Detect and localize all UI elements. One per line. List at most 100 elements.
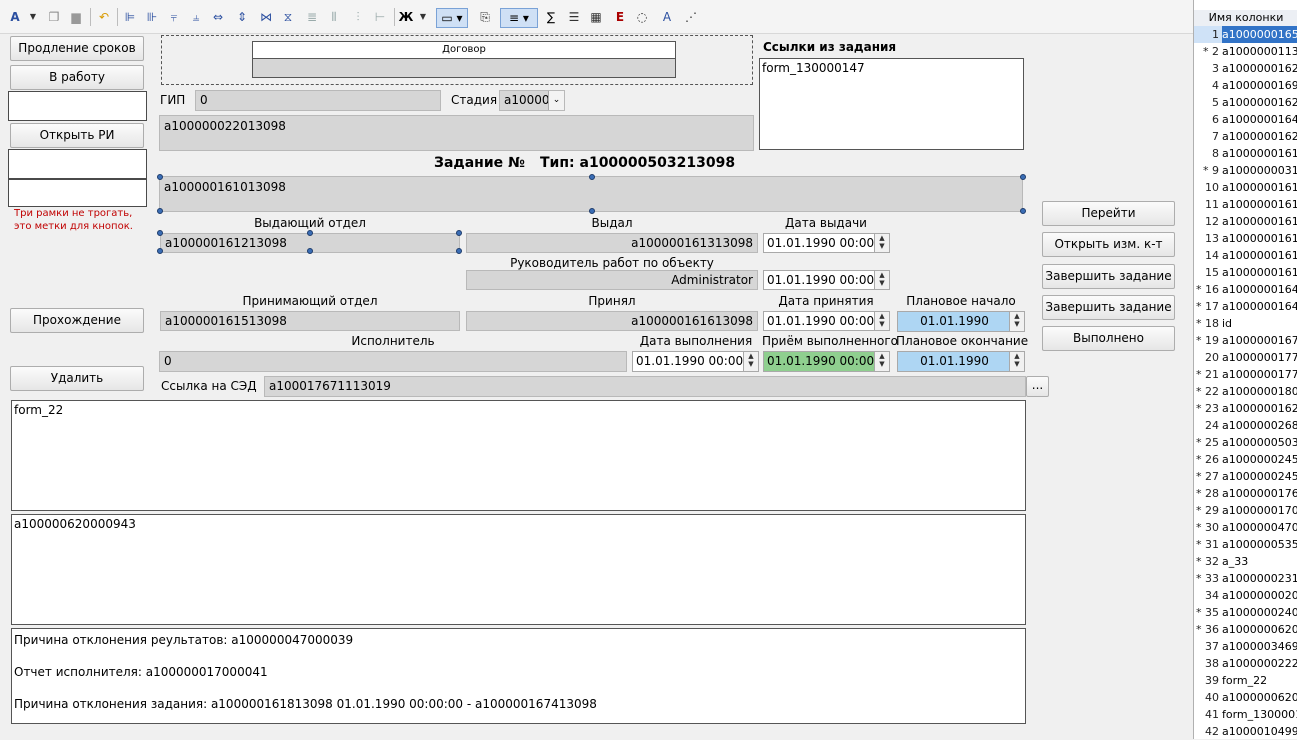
accept-date-field[interactable]: 01.01.1990 00:00 ▲ ▼ bbox=[763, 311, 890, 331]
to-work-button[interactable]: В работу bbox=[10, 65, 144, 90]
selection-handle[interactable] bbox=[307, 230, 313, 236]
object-field[interactable]: a100000022013098 bbox=[159, 115, 754, 151]
table-row[interactable]: 40a10000006200( bbox=[1194, 689, 1297, 706]
align-bottom-icon[interactable]: ⫨ bbox=[188, 8, 204, 26]
font-color-icon[interactable]: A bbox=[8, 8, 22, 26]
issued-by-field[interactable]: a100000161313098 bbox=[466, 233, 758, 253]
spinner-icon[interactable]: ▲ ▼ bbox=[874, 271, 889, 289]
spinner-icon[interactable]: ▲ ▼ bbox=[874, 352, 889, 371]
finish-task-button[interactable]: Завершить задание bbox=[1042, 264, 1175, 289]
selection-handle[interactable] bbox=[157, 230, 163, 236]
table-row[interactable]: 37a10000034690( bbox=[1194, 638, 1297, 655]
plan-end-field[interactable]: 01.01.1990 ▲ ▼ bbox=[897, 351, 1025, 372]
table-row[interactable]: 7a10000001622: bbox=[1194, 128, 1297, 145]
spinner-icon[interactable]: ▲ ▼ bbox=[1009, 352, 1024, 371]
open-change-button[interactable]: Открыть изм. к-т bbox=[1042, 232, 1175, 257]
spinner-icon[interactable]: ▲ ▼ bbox=[1009, 312, 1024, 331]
table-row[interactable]: 24a10000002680: bbox=[1194, 417, 1297, 434]
receiving-dept-field[interactable]: a100000161513098 bbox=[160, 311, 460, 331]
table-row[interactable]: * 27a10000002451: bbox=[1194, 468, 1297, 485]
memo-reasons[interactable]: Причина отклонения реультатов: a10000004… bbox=[11, 628, 1026, 724]
passage-button[interactable]: Прохождение bbox=[10, 308, 144, 333]
table-row[interactable]: 10a10000001612: bbox=[1194, 179, 1297, 196]
border-icon[interactable]: ▭ ▾ bbox=[436, 8, 468, 28]
dropdown-arrow-icon[interactable]: ▼ bbox=[418, 8, 428, 26]
table-row[interactable]: 11a10000001615: bbox=[1194, 196, 1297, 213]
links-list[interactable]: form_130000147 bbox=[759, 58, 1024, 150]
table-row[interactable]: 12a10000001610: bbox=[1194, 213, 1297, 230]
table-row[interactable]: 42a10000104991: bbox=[1194, 723, 1297, 740]
align-top-icon[interactable]: ⫧ bbox=[166, 8, 182, 26]
expression-icon[interactable]: E bbox=[612, 8, 628, 26]
done-button[interactable]: Выполнено bbox=[1042, 326, 1175, 351]
delete-button[interactable]: Удалить bbox=[10, 366, 144, 391]
spinner-icon[interactable]: ▲ ▼ bbox=[743, 352, 758, 371]
grid-icon[interactable]: ▦ bbox=[588, 8, 604, 26]
table-row[interactable]: 39 form_22 bbox=[1194, 672, 1297, 689]
table-row[interactable]: * 35a10000002409( bbox=[1194, 604, 1297, 621]
table-row[interactable]: * 23a10000001623: bbox=[1194, 400, 1297, 417]
spinner-icon[interactable]: ▲ ▼ bbox=[874, 234, 889, 252]
selection-handle[interactable] bbox=[157, 208, 163, 214]
align-right-icon[interactable]: ⊪ bbox=[144, 8, 160, 26]
table-row[interactable]: 1a10000001651: bbox=[1194, 26, 1297, 43]
table-row[interactable]: 14a10000001613: bbox=[1194, 247, 1297, 264]
contract-value[interactable] bbox=[252, 58, 676, 78]
selection-handle[interactable] bbox=[1020, 174, 1026, 180]
selection-handle[interactable] bbox=[456, 248, 462, 254]
selection-handle[interactable] bbox=[157, 174, 163, 180]
table-row[interactable]: * 21a10000001773: bbox=[1194, 366, 1297, 383]
distribute-v-icon[interactable]: ⊢ bbox=[372, 8, 388, 26]
table-row[interactable]: 34a10000000209( bbox=[1194, 587, 1297, 604]
text-align-icon[interactable]: ≡ ▾ bbox=[500, 8, 538, 28]
open-ri-button[interactable]: Открыть РИ bbox=[10, 123, 144, 148]
table-row[interactable]: * 29a10000001700( bbox=[1194, 502, 1297, 519]
comment-icon[interactable]: ◌ bbox=[634, 8, 650, 26]
acceptance-done-field[interactable]: 01.01.1990 00:00 ▲ ▼ bbox=[763, 351, 890, 372]
spinner-icon[interactable]: ▲ ▼ bbox=[874, 312, 889, 330]
copy-icon[interactable]: ❐ bbox=[46, 8, 62, 26]
selection-handle[interactable] bbox=[589, 208, 595, 214]
stage-select[interactable]: a10000: ⌄ bbox=[499, 90, 565, 111]
align-left-icon[interactable]: ⊫ bbox=[122, 8, 138, 26]
sed-link-field[interactable]: a100017671113019 bbox=[264, 376, 1026, 397]
center-h-icon[interactable]: ≣ bbox=[304, 8, 320, 26]
chevron-down-icon[interactable]: ⌄ bbox=[548, 91, 564, 110]
formula-icon[interactable]: ∑ bbox=[542, 8, 560, 26]
table-row[interactable]: * 17a10000001640: bbox=[1194, 298, 1297, 315]
v-spacing-icon[interactable]: ⧖ bbox=[280, 8, 296, 26]
table-row[interactable]: * 25a10000005032: bbox=[1194, 434, 1297, 451]
table-row[interactable]: * 9a10000000318: bbox=[1194, 162, 1297, 179]
table-row[interactable]: * 36a10000006209( bbox=[1194, 621, 1297, 638]
lines-icon[interactable]: ☰ bbox=[566, 8, 582, 26]
undo-icon[interactable]: ↶ bbox=[96, 8, 112, 26]
table-row[interactable]: * 18 id bbox=[1194, 315, 1297, 332]
memo-form-22[interactable]: form_22 bbox=[11, 400, 1026, 511]
table-row[interactable]: * 28a10000001760( bbox=[1194, 485, 1297, 502]
table-row[interactable]: * 19a10000001674: bbox=[1194, 332, 1297, 349]
table-row[interactable]: 5a10000001621: bbox=[1194, 94, 1297, 111]
selection-handle[interactable] bbox=[307, 248, 313, 254]
spell-icon[interactable]: A bbox=[658, 8, 676, 26]
plan-start-field[interactable]: 01.01.1990 ▲ ▼ bbox=[897, 311, 1025, 332]
executor-field[interactable]: 0 bbox=[159, 351, 627, 372]
task-name-field[interactable]: a100000161013098 bbox=[159, 176, 1023, 212]
completion-date-field[interactable]: 01.01.1990 00:00 ▲ ▼ bbox=[632, 351, 759, 372]
table-row[interactable]: 41form_13000014 bbox=[1194, 706, 1297, 723]
h-spacing-icon[interactable]: ⋈ bbox=[258, 8, 274, 26]
table-row[interactable]: 20a10000001770: bbox=[1194, 349, 1297, 366]
table-row[interactable]: * 30a10000004700( bbox=[1194, 519, 1297, 536]
table-row[interactable]: * 16a10000001641: bbox=[1194, 281, 1297, 298]
table-row[interactable]: 38a10000002220: bbox=[1194, 655, 1297, 672]
gip-field[interactable]: 0 bbox=[195, 90, 441, 111]
same-width-icon[interactable]: ⇔ bbox=[210, 8, 226, 26]
project-manager-date[interactable]: 01.01.1990 00:00 ▲ ▼ bbox=[763, 270, 890, 290]
table-row[interactable]: * 2a10000001131: bbox=[1194, 43, 1297, 60]
accepted-by-field[interactable]: a100000161613098 bbox=[466, 311, 758, 331]
table-row[interactable]: 8a10000001617: bbox=[1194, 145, 1297, 162]
table-row[interactable]: * 22a10000001807: bbox=[1194, 383, 1297, 400]
goto-button[interactable]: Перейти bbox=[1042, 201, 1175, 226]
table-row[interactable]: 13a10000001618: bbox=[1194, 230, 1297, 247]
center-v-icon[interactable]: ⦀ bbox=[326, 8, 342, 26]
selection-handle[interactable] bbox=[157, 248, 163, 254]
